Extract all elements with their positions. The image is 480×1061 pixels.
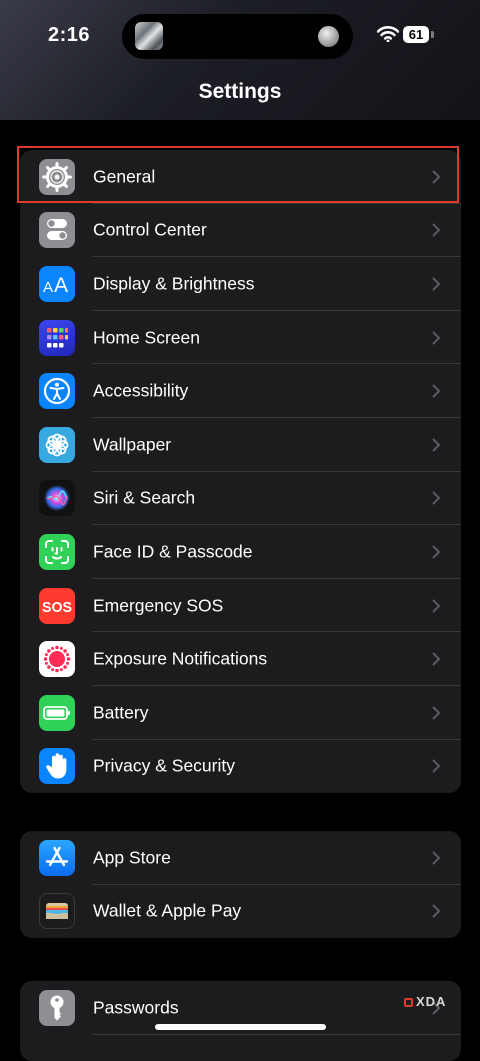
text-size-icon: A A <box>39 265 75 302</box>
settings-item-label: Battery <box>93 702 149 723</box>
xda-watermark: XDA <box>404 994 446 1009</box>
chevron-right-icon <box>432 491 440 505</box>
face-id-icon <box>39 533 75 570</box>
chevron-right-icon <box>432 331 440 345</box>
key-icon <box>39 989 75 1026</box>
settings-item-wallpaper[interactable]: Wallpaper <box>20 418 461 472</box>
settings-item-face-id[interactable]: Face ID & Passcode <box>20 525 461 579</box>
status-header: 2:16 61 Settings <box>0 0 480 120</box>
sos-icon: SOS <box>39 587 75 624</box>
settings-item-label: General <box>93 166 156 187</box>
dynamic-island[interactable] <box>122 14 353 59</box>
status-time: 2:16 <box>48 24 91 46</box>
accessibility-icon <box>39 373 75 410</box>
settings-item-privacy-security[interactable]: Privacy & Security <box>20 740 461 794</box>
settings-item-battery[interactable]: Battery <box>20 686 461 740</box>
xda-logo-icon <box>404 998 413 1007</box>
settings-item-label: Siri & Search <box>93 487 196 508</box>
hand-icon <box>39 748 75 785</box>
chevron-right-icon <box>432 277 440 291</box>
chevron-right-icon <box>432 706 440 720</box>
exposure-icon <box>39 641 75 678</box>
siri-icon <box>39 480 75 517</box>
battery-tip <box>431 31 434 38</box>
watermark-text: XDA <box>416 994 447 1009</box>
chevron-right-icon <box>432 652 440 666</box>
app-grid-icon <box>39 319 75 356</box>
home-indicator[interactable] <box>155 1024 326 1030</box>
toggles-icon <box>39 212 75 249</box>
homepod-icon <box>318 26 339 47</box>
svg-text:A: A <box>43 279 53 296</box>
settings-item-label: Home Screen <box>93 327 200 348</box>
chevron-right-icon <box>432 438 440 452</box>
settings-item-label: Control Center <box>93 219 207 240</box>
settings-group-passwords: Passwords <box>20 981 461 1061</box>
settings-item-label: Exposure Notifications <box>93 648 268 669</box>
app-store-icon <box>39 839 75 876</box>
chevron-right-icon <box>432 851 440 865</box>
chevron-right-icon <box>432 384 440 398</box>
chevron-right-icon <box>432 759 440 773</box>
settings-item-label: Wallet & Apple Pay <box>93 900 242 921</box>
settings-item-display-brightness[interactable]: A A Display & Brightness <box>20 257 461 311</box>
chevron-right-icon <box>432 599 440 613</box>
settings-item-emergency-sos[interactable]: SOS Emergency SOS <box>20 579 461 633</box>
settings-item-general[interactable]: General <box>20 150 461 204</box>
battery-icon <box>39 694 75 731</box>
page-title: Settings <box>198 80 282 103</box>
row-divider <box>93 1033 461 1035</box>
settings-item-exposure-notifications[interactable]: Exposure Notifications <box>20 632 461 686</box>
wifi-icon <box>377 26 399 42</box>
battery-indicator: 61 <box>403 26 429 43</box>
wallet-icon <box>39 893 75 930</box>
settings-item-app-store[interactable]: App Store <box>20 831 461 885</box>
chevron-right-icon <box>432 223 440 237</box>
svg-text:SOS: SOS <box>42 599 72 616</box>
settings-item-label: Emergency SOS <box>93 595 224 616</box>
chevron-right-icon <box>432 904 440 918</box>
settings-item-label: Privacy & Security <box>93 755 235 776</box>
now-playing-artwork <box>135 22 163 50</box>
svg-text:A: A <box>54 274 68 296</box>
settings-item-wallet[interactable]: Wallet & Apple Pay <box>20 885 461 939</box>
settings-item-home-screen[interactable]: Home Screen <box>20 311 461 365</box>
settings-group-store: App Store Wallet & Apple Pay <box>20 831 461 939</box>
settings-item-label: Wallpaper <box>93 434 172 455</box>
settings-group-main: General Control Center A A Display & Bri… <box>20 150 461 794</box>
gear-icon <box>39 158 75 195</box>
settings-item-accessibility[interactable]: Accessibility <box>20 364 461 418</box>
chevron-right-icon <box>432 170 440 184</box>
settings-item-label: Passwords <box>93 997 179 1018</box>
settings-item-label: Face ID & Passcode <box>93 541 253 562</box>
settings-item-control-center[interactable]: Control Center <box>20 204 461 258</box>
settings-item-siri-search[interactable]: Siri & Search <box>20 472 461 526</box>
settings-item-label: Display & Brightness <box>93 273 255 294</box>
settings-item-label: Accessibility <box>93 380 189 401</box>
settings-item-label: App Store <box>93 847 171 868</box>
flower-icon <box>39 426 75 463</box>
chevron-right-icon <box>432 545 440 559</box>
